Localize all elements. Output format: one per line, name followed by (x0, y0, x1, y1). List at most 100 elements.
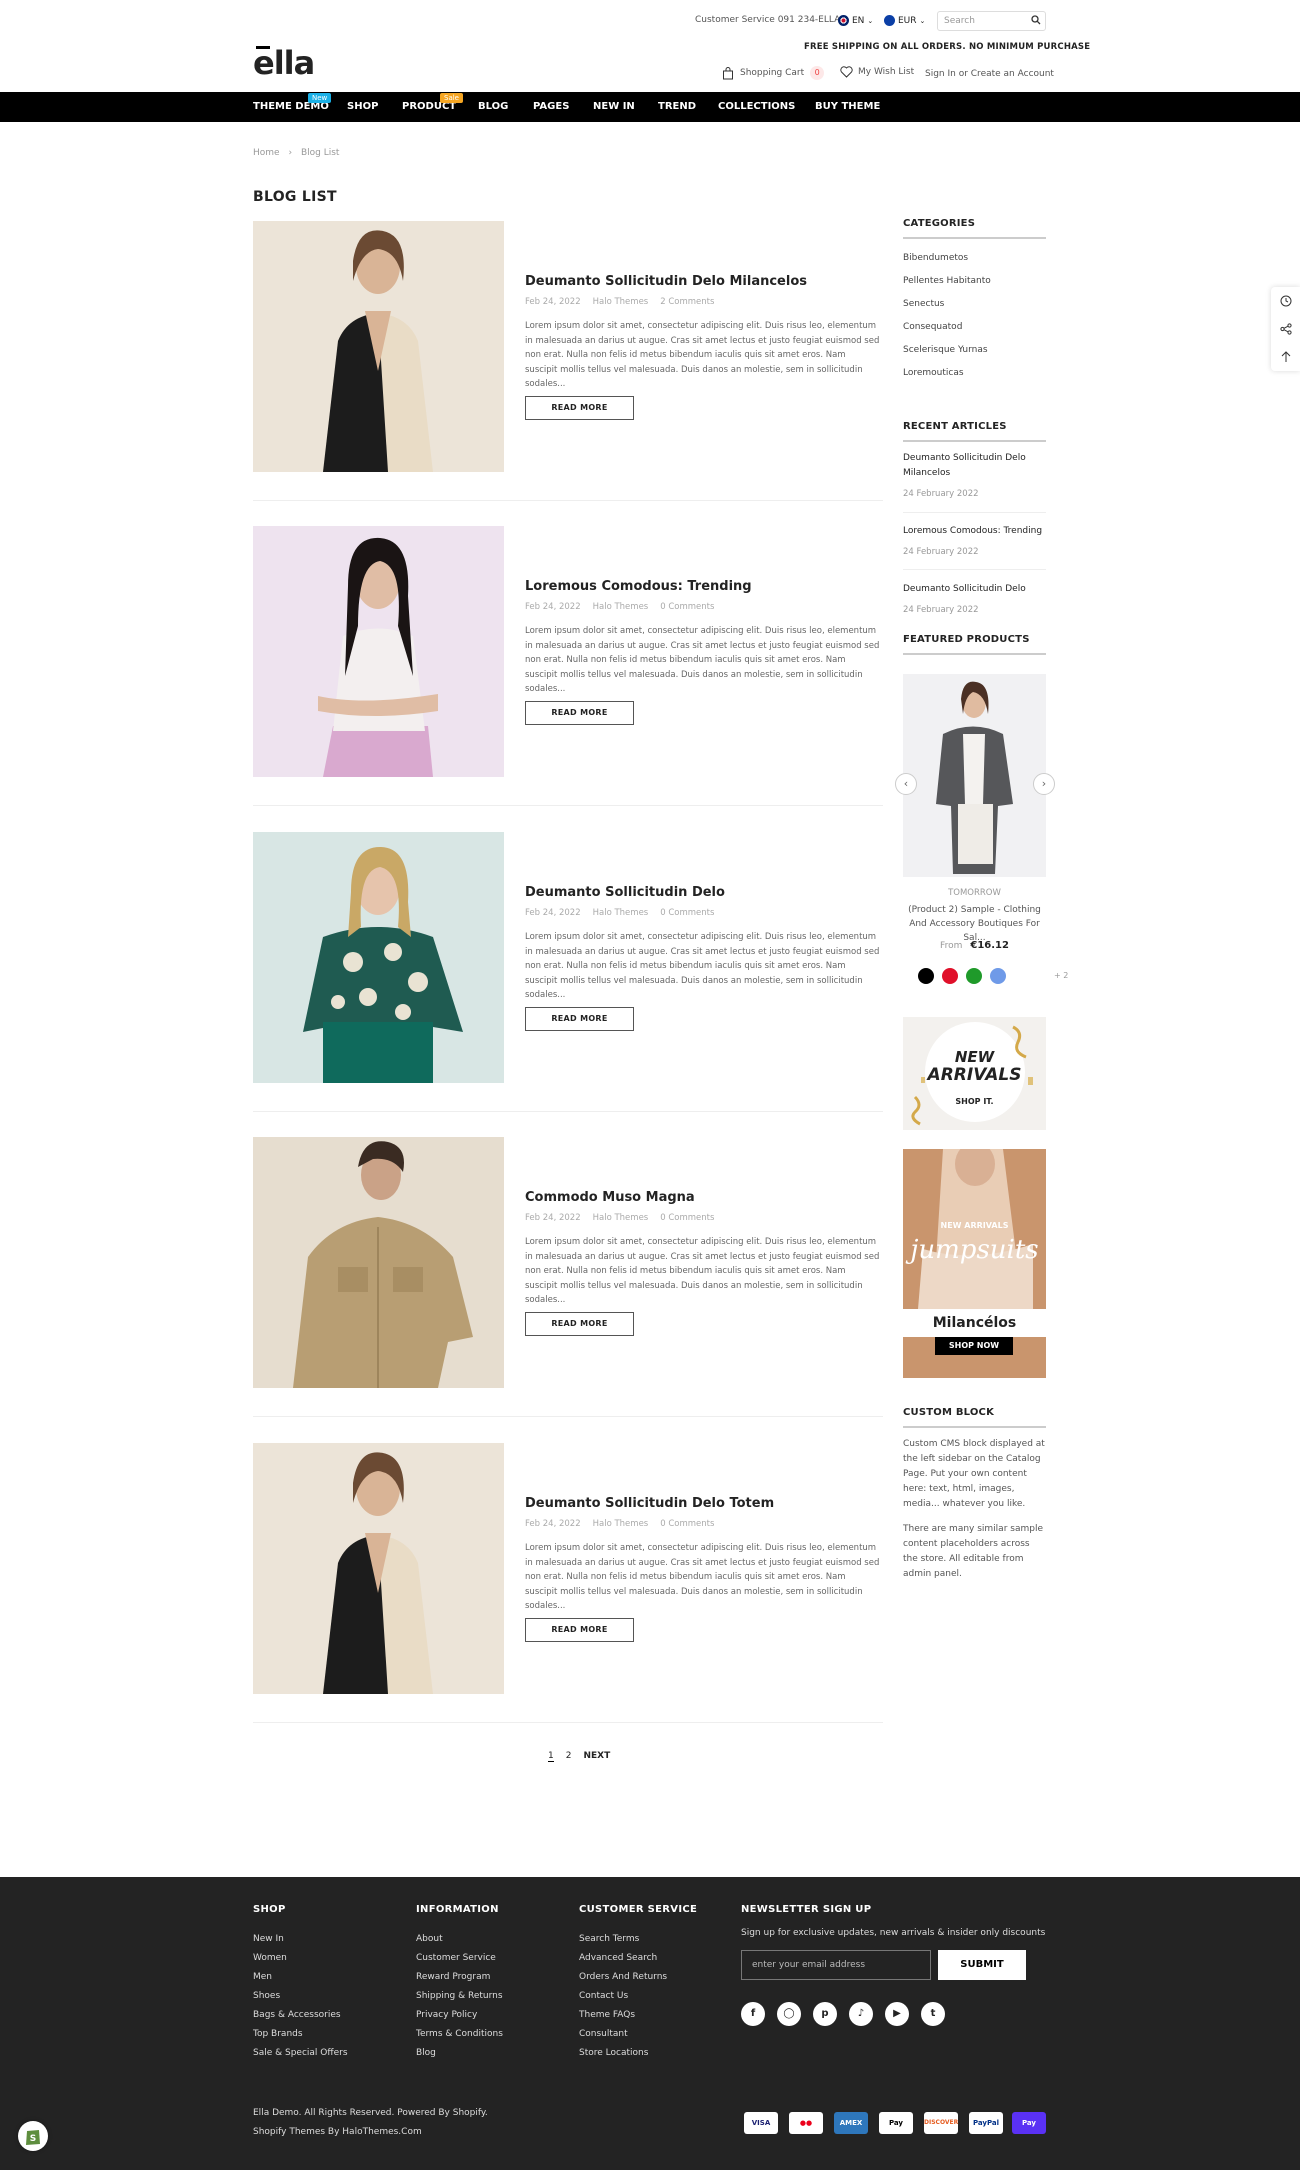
post-author[interactable]: Halo Themes (593, 908, 649, 918)
post-image[interactable] (253, 1443, 504, 1694)
footer-link[interactable]: Shipping & Returns (416, 1991, 503, 2001)
jumpsuits-banner[interactable]: NEW ARRIVALS jumpsuits Milancélos SHOP N… (903, 1149, 1046, 1378)
recent-article-title[interactable]: Deumanto Sollicitudin Delo (903, 582, 1046, 597)
post-comments[interactable]: 0 Comments (660, 1213, 714, 1223)
read-more-button[interactable]: READ MORE (525, 1312, 634, 1336)
swatch-red[interactable] (942, 968, 958, 984)
footer-link[interactable]: Women (253, 1953, 287, 1963)
wishlist-link[interactable]: My Wish List (840, 66, 914, 78)
post-image[interactable] (253, 221, 504, 472)
twitter-icon[interactable]: t (921, 2002, 945, 2026)
next-page-link[interactable]: NEXT (583, 1751, 610, 1762)
post-comments[interactable]: 2 Comments (660, 297, 714, 307)
newsletter-email-input[interactable]: enter your email address (741, 1950, 931, 1980)
swatch-green[interactable] (966, 968, 982, 984)
facebook-icon[interactable]: f (741, 2002, 765, 2026)
post-comments[interactable]: 0 Comments (660, 602, 714, 612)
footer-link[interactable]: Terms & Conditions (416, 2029, 503, 2039)
post-title[interactable]: Deumanto Sollicitudin Delo (525, 885, 725, 900)
post-title[interactable]: Deumanto Sollicitudin Delo Milancelos (525, 274, 807, 289)
nav-item-trend[interactable]: TREND (658, 101, 696, 112)
read-more-button[interactable]: READ MORE (525, 1618, 634, 1642)
account-link[interactable]: Sign In or Create an Account (925, 69, 1054, 79)
recent-article[interactable]: Deumanto Sollicitudin Delo Milancelos 24 … (903, 451, 1046, 502)
footer-link[interactable]: New In (253, 1934, 284, 1944)
category-link[interactable]: Loremouticas (903, 368, 964, 378)
carousel-next-button[interactable]: › (1033, 773, 1055, 795)
post-image[interactable] (253, 526, 504, 777)
category-link[interactable]: Bibendumetos (903, 253, 968, 263)
swatch-black[interactable] (918, 968, 934, 984)
youtube-icon[interactable]: ▶ (885, 2002, 909, 2026)
category-link[interactable]: Scelerisque Yurnas (903, 345, 988, 355)
search-input[interactable]: Search (937, 11, 1046, 31)
nav-item-pages[interactable]: PAGES (533, 101, 569, 112)
recently-viewed-icon[interactable] (1271, 287, 1300, 315)
pinterest-icon[interactable]: p (813, 2002, 837, 2026)
category-link[interactable]: Pellentes Habitanto (903, 276, 991, 286)
category-link[interactable]: Consequatod (903, 322, 962, 332)
nav-item-blog[interactable]: BLOG (478, 101, 508, 112)
page-1-link[interactable]: 1 (548, 1751, 554, 1762)
footer-link[interactable]: Privacy Policy (416, 2010, 477, 2020)
footer-link[interactable]: About (416, 1934, 443, 1944)
post-image[interactable] (253, 832, 504, 1083)
new-arrivals-banner[interactable]: NEW ARRIVALS SHOP IT. (903, 1017, 1046, 1130)
shopify-badge-icon[interactable]: S (18, 2121, 48, 2151)
more-swatches[interactable]: + 2 (1054, 971, 1068, 980)
footer-link[interactable]: Search Terms (579, 1934, 639, 1944)
page-2-link[interactable]: 2 (566, 1751, 572, 1762)
post-title[interactable]: Deumanto Sollicitudin Delo Totem (525, 1496, 774, 1511)
footer-link[interactable]: Bags & Accessories (253, 2010, 341, 2020)
footer-link[interactable]: Men (253, 1972, 272, 1982)
recent-article-title[interactable]: Deumanto Sollicitudin Delo Milancelos (903, 451, 1046, 481)
footer-link[interactable]: Orders And Returns (579, 1972, 667, 1982)
footer-link[interactable]: Consultant (579, 2029, 628, 2039)
footer-link[interactable]: Blog (416, 2048, 436, 2058)
post-title[interactable]: Loremous Comodous: Trending (525, 579, 752, 594)
product-image[interactable] (903, 674, 1046, 877)
language-selector[interactable]: EN ⌄ (838, 15, 873, 26)
shop-now-button[interactable]: SHOP NOW (935, 1337, 1013, 1355)
nav-item-theme-demo[interactable]: THEME DEMO New (253, 93, 332, 112)
credits-text[interactable]: Shopify Themes By HaloThemes.Com (253, 2127, 422, 2137)
search-icon[interactable] (1031, 15, 1041, 25)
footer-link[interactable]: Advanced Search (579, 1953, 657, 1963)
read-more-button[interactable]: READ MORE (525, 396, 634, 420)
post-image[interactable] (253, 1137, 504, 1388)
footer-link[interactable]: Reward Program (416, 1972, 490, 1982)
breadcrumb-home[interactable]: Home (253, 148, 280, 158)
recent-article-title[interactable]: Loremous Comodous: Trending (903, 524, 1046, 539)
nav-item-collections[interactable]: COLLECTIONS (718, 101, 795, 112)
post-author[interactable]: Halo Themes (593, 602, 649, 612)
footer-link[interactable]: Store Locations (579, 2048, 648, 2058)
nav-item-buy-theme[interactable]: BUY THEME (815, 101, 880, 112)
read-more-button[interactable]: READ MORE (525, 701, 634, 725)
nav-item-new-in[interactable]: NEW IN (593, 101, 635, 112)
currency-selector[interactable]: EUR ⌄ (884, 15, 925, 26)
shopping-cart-link[interactable]: Shopping Cart 0 (722, 66, 825, 80)
newsletter-submit-button[interactable]: SUBMIT (938, 1950, 1026, 1980)
read-more-button[interactable]: READ MORE (525, 1007, 634, 1031)
back-to-top-icon[interactable] (1271, 343, 1300, 371)
category-link[interactable]: Senectus (903, 299, 944, 309)
tiktok-icon[interactable]: ♪ (849, 2002, 873, 2026)
post-author[interactable]: Halo Themes (593, 1213, 649, 1223)
recent-article[interactable]: Loremous Comodous: Trending 24 February 2… (903, 524, 1046, 560)
footer-link[interactable]: Contact Us (579, 1991, 628, 2001)
swatch-blue[interactable] (990, 968, 1006, 984)
footer-link[interactable]: Sale & Special Offers (253, 2048, 348, 2058)
product-name[interactable]: (Product 2) Sample - Clothing And Access… (903, 903, 1046, 945)
footer-link[interactable]: Customer Service (416, 1953, 496, 1963)
post-author[interactable]: Halo Themes (593, 1519, 649, 1529)
carousel-prev-button[interactable]: ‹ (895, 773, 917, 795)
instagram-icon[interactable]: ◯ (777, 2002, 801, 2026)
nav-item-shop[interactable]: SHOP (347, 101, 378, 112)
share-icon[interactable] (1271, 315, 1300, 343)
logo[interactable]: ella (253, 47, 315, 79)
nav-item-product[interactable]: PRODUCT Sale (402, 93, 463, 112)
post-comments[interactable]: 0 Comments (660, 1519, 714, 1529)
post-comments[interactable]: 0 Comments (660, 908, 714, 918)
footer-link[interactable]: Shoes (253, 1991, 280, 2001)
post-title[interactable]: Commodo Muso Magna (525, 1190, 695, 1205)
